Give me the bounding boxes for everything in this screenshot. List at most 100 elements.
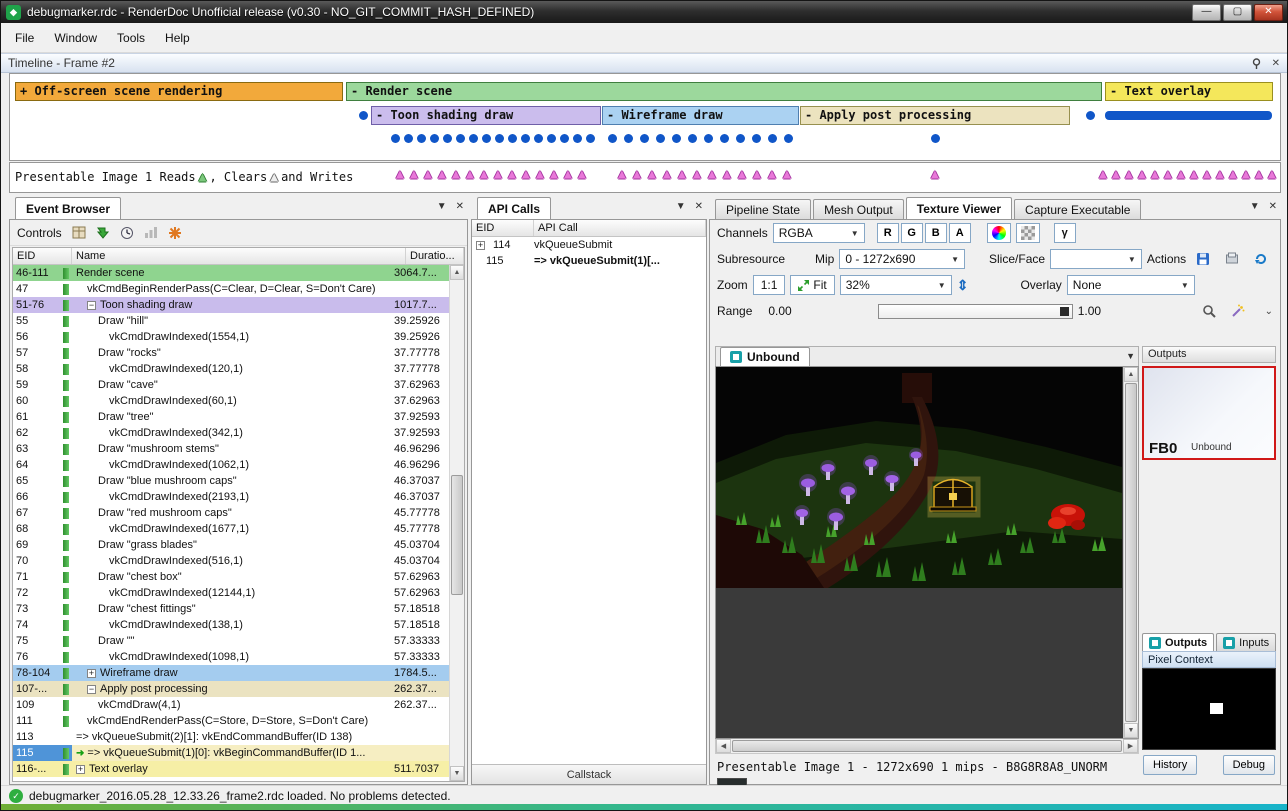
event-row[interactable]: 109vkCmdDraw(4,1)262.37... bbox=[13, 697, 449, 713]
time-draws-icon[interactable] bbox=[120, 226, 134, 240]
autofit-wand-icon[interactable] bbox=[1226, 301, 1250, 321]
zoom-dropdown[interactable]: 32%▼ bbox=[840, 275, 952, 295]
texture-tab-unbound[interactable]: Unbound bbox=[720, 347, 810, 366]
tree-expander-icon[interactable]: − bbox=[87, 685, 96, 694]
panel-menu-icon[interactable]: ▼ bbox=[437, 201, 447, 212]
event-row[interactable]: 67Draw "red mushroom caps"45.77778 bbox=[13, 505, 449, 521]
texture-vertical-scrollbar[interactable]: ▲ ▼ bbox=[1123, 367, 1138, 738]
tab-api-calls[interactable]: API Calls bbox=[477, 197, 551, 219]
timeline-event-dot[interactable] bbox=[672, 134, 681, 143]
channel-b-button[interactable]: B bbox=[925, 223, 947, 243]
timeline-event-dot[interactable] bbox=[482, 134, 491, 143]
timeline-event-dot[interactable] bbox=[624, 134, 633, 143]
timeline-event-dot[interactable] bbox=[521, 134, 530, 143]
panel-close-icon[interactable]: ✕ bbox=[456, 201, 464, 212]
event-row[interactable]: 64vkCmdDrawIndexed(1062,1)46.96296 bbox=[13, 457, 449, 473]
event-row[interactable]: 65Draw "blue mushroom caps"46.37037 bbox=[13, 473, 449, 489]
pin-icon[interactable] bbox=[1251, 58, 1262, 69]
sliceface-dropdown[interactable]: ▼ bbox=[1050, 249, 1142, 269]
timeline-event-dot[interactable] bbox=[640, 134, 649, 143]
event-browser-scrollbar[interactable]: ▲ ▼ bbox=[449, 265, 464, 781]
maximize-button[interactable]: ▢ bbox=[1223, 4, 1252, 21]
timeline-section[interactable]: - Render scene bbox=[346, 82, 1102, 101]
texture-list-chevron-icon[interactable]: ▼ bbox=[1126, 351, 1135, 361]
checkerboard-icon[interactable] bbox=[1016, 223, 1040, 243]
timeline-section[interactable]: - Toon shading draw bbox=[371, 106, 601, 125]
panel-menu-icon[interactable]: ▼ bbox=[676, 201, 686, 212]
event-row[interactable]: 107-...−Apply post processing262.37... bbox=[13, 681, 449, 697]
event-row[interactable]: 63Draw "mushroom stems"46.96296 bbox=[13, 441, 449, 457]
debug-button[interactable]: Debug bbox=[1223, 755, 1275, 775]
settings-grid-icon[interactable] bbox=[72, 226, 86, 239]
texture-display[interactable]: ▲ ▼ bbox=[715, 366, 1139, 739]
channel-g-button[interactable]: G bbox=[901, 223, 923, 243]
column-eid[interactable]: EID bbox=[472, 220, 534, 236]
zoom-1to1-button[interactable]: 1:1 bbox=[753, 275, 786, 295]
event-row[interactable]: 72vkCmdDrawIndexed(12144,1)57.62963 bbox=[13, 585, 449, 601]
bookmark-icon[interactable] bbox=[168, 226, 182, 240]
tree-expander-icon[interactable]: + bbox=[87, 669, 96, 678]
timeline-event-dot[interactable] bbox=[456, 134, 465, 143]
event-row[interactable]: 78-104+Wireframe draw1784.5... bbox=[13, 665, 449, 681]
tab-capture-executable[interactable]: Capture Executable bbox=[1014, 199, 1141, 219]
tab-event-browser[interactable]: Event Browser bbox=[15, 197, 121, 219]
timeline-event-dot[interactable] bbox=[931, 134, 940, 143]
controls-label[interactable]: Controls bbox=[17, 226, 62, 240]
timeline-event-dot[interactable] bbox=[586, 134, 595, 143]
event-row[interactable]: 75Draw ""57.33333 bbox=[13, 633, 449, 649]
event-row[interactable]: 68vkCmdDrawIndexed(1677,1)45.77778 bbox=[13, 521, 449, 537]
scroll-up-icon[interactable]: ▲ bbox=[450, 265, 464, 280]
zoom-fit-button[interactable]: Fit bbox=[790, 275, 834, 295]
column-eid[interactable]: EID bbox=[13, 248, 72, 264]
timeline-event-dot[interactable] bbox=[495, 134, 504, 143]
timeline-event-dot[interactable] bbox=[704, 134, 713, 143]
api-call-row[interactable]: +114vkQueueSubmit bbox=[472, 237, 706, 253]
timeline-event-dot[interactable] bbox=[469, 134, 478, 143]
menu-file[interactable]: File bbox=[5, 25, 44, 51]
menu-window[interactable]: Window bbox=[44, 25, 107, 51]
zoom-range-icon[interactable] bbox=[1197, 301, 1221, 321]
tab-pipeline-state[interactable]: Pipeline State bbox=[715, 199, 811, 219]
event-row[interactable]: 113=> vkQueueSubmit(2)[1]: vkEndCommandB… bbox=[13, 729, 449, 745]
refresh-icon[interactable] bbox=[1249, 249, 1273, 269]
overlay-dropdown[interactable]: None▼ bbox=[1067, 275, 1195, 295]
event-row[interactable]: 47vkCmdBeginRenderPass(C=Clear, D=Clear,… bbox=[13, 281, 449, 297]
panel-close-icon[interactable]: ✕ bbox=[1269, 201, 1277, 212]
timeline-event-dot[interactable] bbox=[656, 134, 665, 143]
event-row[interactable]: 61Draw "tree"37.92593 bbox=[13, 409, 449, 425]
timeline-event-dot[interactable] bbox=[752, 134, 761, 143]
flip-y-icon[interactable]: ⇕ bbox=[957, 277, 969, 294]
tree-expander-icon[interactable]: − bbox=[87, 301, 96, 310]
timeline-close-icon[interactable]: ✕ bbox=[1272, 58, 1280, 69]
timeline-event-bar[interactable] bbox=[1105, 111, 1272, 120]
timeline-event-dot[interactable] bbox=[784, 134, 793, 143]
column-duration[interactable]: Duratio... bbox=[406, 248, 464, 264]
event-row[interactable]: 58vkCmdDrawIndexed(120,1)37.77778 bbox=[13, 361, 449, 377]
timeline-event-dot[interactable] bbox=[768, 134, 777, 143]
event-row[interactable]: 69Draw "grass blades"45.03704 bbox=[13, 537, 449, 553]
channel-a-button[interactable]: A bbox=[949, 223, 971, 243]
export-icon[interactable] bbox=[1220, 249, 1244, 269]
event-row[interactable]: 59Draw "cave"37.62963 bbox=[13, 377, 449, 393]
event-row[interactable]: 74vkCmdDrawIndexed(138,1)57.18518 bbox=[13, 617, 449, 633]
event-row[interactable]: 76vkCmdDrawIndexed(1098,1)57.33333 bbox=[13, 649, 449, 665]
timeline-event-dot[interactable] bbox=[404, 134, 413, 143]
timeline-event-dot[interactable] bbox=[430, 134, 439, 143]
timeline-event-dot[interactable] bbox=[547, 134, 556, 143]
api-call-row[interactable]: 115=> vkQueueSubmit(1)[... bbox=[472, 253, 706, 269]
panel-close-icon[interactable]: ✕ bbox=[695, 201, 703, 212]
timeline-event-dot[interactable] bbox=[608, 134, 617, 143]
stats-icon[interactable] bbox=[144, 226, 158, 239]
scroll-down-icon[interactable]: ▼ bbox=[450, 766, 464, 781]
event-row[interactable]: 57Draw "rocks"37.77778 bbox=[13, 345, 449, 361]
callstack-section[interactable]: Callstack bbox=[472, 764, 706, 784]
timeline-body[interactable]: + Off-screen scene rendering- Render sce… bbox=[9, 73, 1281, 161]
event-row[interactable]: 116-...+Text overlay511.7037 bbox=[13, 761, 449, 777]
tree-expander-icon[interactable]: + bbox=[76, 765, 85, 774]
event-row[interactable]: 111vkCmdEndRenderPass(C=Store, D=Store, … bbox=[13, 713, 449, 729]
gamma-button[interactable]: γ bbox=[1054, 223, 1076, 243]
event-row[interactable]: 56vkCmdDrawIndexed(1554,1)39.25926 bbox=[13, 329, 449, 345]
timeline-event-dot[interactable] bbox=[443, 134, 452, 143]
column-api-call[interactable]: API Call bbox=[534, 220, 706, 236]
timeline-event-dot[interactable] bbox=[508, 134, 517, 143]
